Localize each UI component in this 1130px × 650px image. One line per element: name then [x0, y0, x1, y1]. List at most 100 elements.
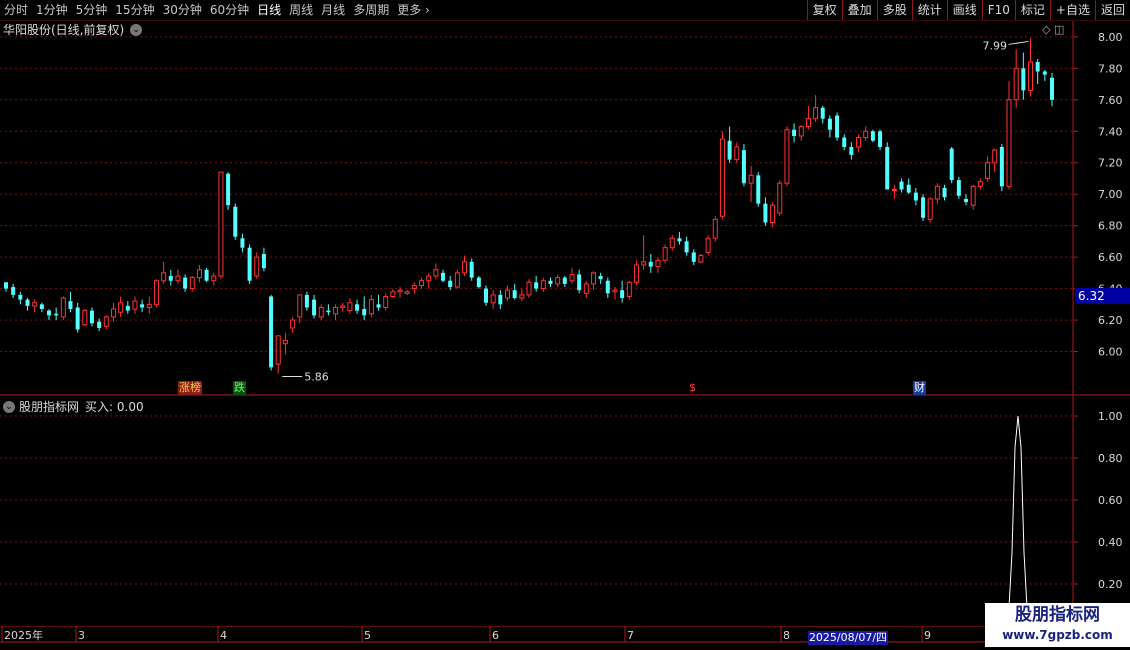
- candle-body: [153, 280, 159, 305]
- candle: [269, 294, 274, 371]
- candle-body: [397, 289, 403, 293]
- candle: [913, 187, 918, 206]
- candle-body: [870, 131, 875, 141]
- y-tick-label: 6.00: [1098, 346, 1123, 359]
- indicator-chart[interactable]: 1.00 0.80 0.60 0.40 0.20: [0, 396, 1130, 626]
- stock-name-label: 华阳股份(日线,前复权): [3, 23, 125, 37]
- candle: [770, 202, 776, 228]
- toolbar-button-3[interactable]: 统计: [911, 0, 947, 20]
- candle: [763, 197, 768, 226]
- chevron-down-icon[interactable]: ⌄: [130, 23, 143, 36]
- candle-body: [297, 294, 303, 318]
- candle: [856, 134, 862, 152]
- candle-body: [498, 294, 503, 305]
- tab-period-2[interactable]: 5分钟: [72, 0, 112, 20]
- candle-body: [684, 241, 689, 253]
- candle: [748, 165, 754, 203]
- candle: [684, 236, 689, 256]
- tab-period-9[interactable]: 多周期: [349, 0, 393, 20]
- candle: [476, 276, 481, 289]
- candle: [175, 269, 181, 284]
- candle-body: [261, 253, 266, 269]
- tab-period-7[interactable]: 周线: [285, 0, 317, 20]
- event-marker-2[interactable]: $: [688, 381, 697, 395]
- candle-body: [426, 275, 432, 282]
- candle: [899, 178, 904, 193]
- candle-body: [633, 264, 639, 283]
- candle: [355, 299, 360, 314]
- candle-body: [196, 269, 202, 279]
- candle-body: [362, 309, 367, 316]
- candle-body: [985, 162, 991, 179]
- candle-body: [1028, 61, 1034, 91]
- tab-period-3[interactable]: 15分钟: [111, 0, 158, 20]
- candle-body: [25, 299, 30, 306]
- chevron-down-icon[interactable]: ⌄: [3, 400, 15, 413]
- candle-body: [318, 306, 324, 318]
- tab-period-8[interactable]: 月线: [317, 0, 349, 20]
- date-axis: 2025年 3 4 5 6 7 8 9: [0, 626, 1130, 643]
- candle-body: [419, 280, 425, 286]
- candle: [835, 112, 840, 141]
- candle: [254, 252, 260, 280]
- toolbar-button-2[interactable]: 多股: [876, 0, 912, 20]
- candle: [326, 304, 331, 316]
- candle-body: [1050, 77, 1054, 100]
- candle-body: [247, 247, 252, 281]
- candle-body: [448, 280, 453, 288]
- toolbar-button-0[interactable]: 复权: [806, 0, 842, 20]
- current-price-tag: 6.32: [1075, 288, 1130, 304]
- toolbar-button-1[interactable]: 叠加: [841, 0, 877, 20]
- candlestick-chart[interactable]: 6.006.206.406.606.807.007.207.407.607.80…: [0, 21, 1130, 396]
- candle-body: [899, 181, 904, 190]
- candle: [132, 296, 138, 314]
- candle-body: [233, 206, 238, 237]
- indicator-tick-label: 0.60: [1098, 494, 1123, 507]
- candle: [390, 288, 396, 299]
- event-marker-1[interactable]: 跌: [233, 381, 246, 395]
- tab-period-1[interactable]: 1分钟: [32, 0, 72, 20]
- indicator-title: ⌄ 股朋指标网 买入: 0.00: [3, 398, 144, 415]
- candle-body: [798, 126, 804, 137]
- candle: [727, 126, 732, 163]
- tab-period-0[interactable]: 分时: [0, 0, 32, 20]
- candle-body: [512, 290, 517, 299]
- candle-body: [4, 282, 8, 289]
- candle: [583, 280, 589, 299]
- period-tabs: 分时 1分钟 5分钟 15分钟 30分钟 60分钟 日线 周线 月线 多周期 更多 ›: [0, 0, 434, 20]
- date-tick-label: 9: [924, 629, 931, 642]
- candle: [512, 283, 517, 300]
- toolbar-button-5[interactable]: F10: [981, 0, 1015, 20]
- toolbar-button-4[interactable]: 画线: [946, 0, 982, 20]
- tab-period-5[interactable]: 60分钟: [206, 0, 253, 20]
- y-tick-label: 7.20: [1098, 157, 1123, 170]
- candle-body: [1006, 99, 1012, 187]
- candle-body: [304, 294, 309, 308]
- candle: [304, 291, 309, 311]
- candle: [756, 172, 761, 207]
- event-marker-3[interactable]: 财: [913, 381, 926, 395]
- watermark-url: www.7gpzb.com: [1002, 628, 1113, 642]
- candle-body: [540, 280, 546, 290]
- candle: [441, 269, 446, 283]
- tab-period-10[interactable]: 更多 ›: [393, 0, 434, 20]
- candle-body: [863, 130, 869, 139]
- candle: [992, 148, 998, 173]
- candle: [1028, 38, 1034, 97]
- period-toolbar: 分时 1分钟 5分钟 15分钟 30分钟 60分钟 日线 周线 月线 多周期 更多 › 复权 叠加 多股…: [0, 0, 1130, 21]
- toolbar-button-6[interactable]: 标记: [1014, 0, 1050, 20]
- selected-date-label: 2025/08/07/四: [808, 631, 888, 645]
- candle: [519, 288, 525, 302]
- tab-period-4[interactable]: 30分钟: [159, 0, 206, 20]
- chart-corner-icons[interactable]: ◇ ◫: [1042, 23, 1064, 36]
- toolbar-button-8[interactable]: 返回: [1094, 0, 1130, 20]
- toolbar-button-7[interactable]: +自选: [1049, 0, 1095, 20]
- indicator-tick-label: 0.40: [1098, 536, 1123, 549]
- event-marker-0[interactable]: 涨榜: [178, 381, 202, 395]
- candle: [921, 194, 926, 221]
- candle: [82, 309, 88, 327]
- candle: [719, 131, 725, 220]
- tab-period-6[interactable]: 日线: [253, 0, 285, 20]
- candle-body: [1035, 62, 1040, 72]
- candle: [985, 156, 991, 182]
